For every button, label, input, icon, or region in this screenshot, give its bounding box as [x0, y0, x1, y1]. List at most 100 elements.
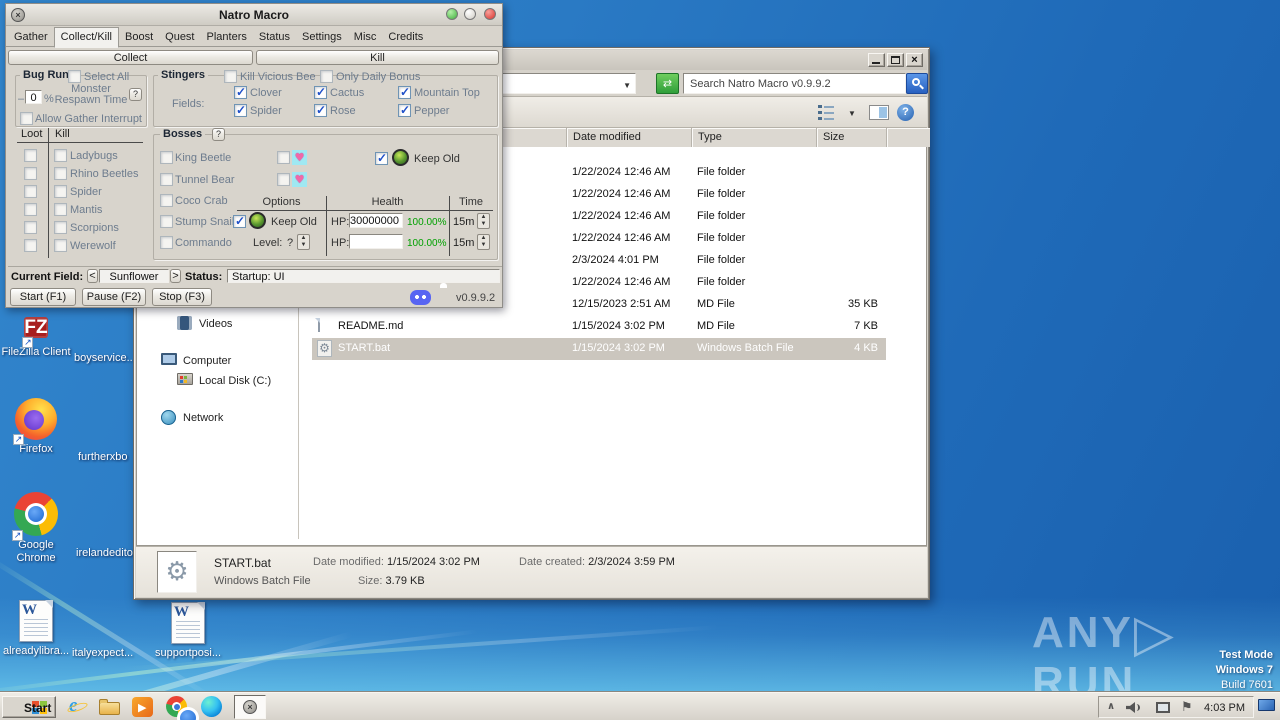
- time-stepper[interactable]: ▲ ▼: [477, 213, 490, 229]
- field-checkbox-clover[interactable]: [234, 85, 247, 99]
- kill-checkbox-spider[interactable]: [54, 185, 67, 198]
- nav-item-computer[interactable]: Computer: [183, 355, 231, 367]
- start-button[interactable]: Start (F1): [10, 288, 76, 306]
- hidden-icons-chevron[interactable]: ∧: [1107, 701, 1115, 712]
- time-stepper[interactable]: ▲ ▼: [477, 234, 490, 250]
- column-header-date-modified[interactable]: Date modified: [567, 128, 692, 147]
- views-icon[interactable]: [818, 105, 834, 121]
- file-row-readme[interactable]: README.md 1/15/2024 3:02 PM MD File 7 KB: [312, 316, 886, 338]
- desktop-icon-supportposi[interactable]: supportposi...: [150, 602, 226, 660]
- kill-checkbox-scorpions[interactable]: [54, 221, 67, 234]
- tab-status[interactable]: Status: [253, 28, 296, 47]
- loot-checkbox-werewolf[interactable]: [24, 239, 37, 252]
- ie-icon[interactable]: e: [66, 695, 90, 719]
- taskbar-button-natro[interactable]: ×: [234, 695, 266, 719]
- kill-checkbox-rhino-beetles[interactable]: [54, 167, 67, 180]
- tab-collect-kill[interactable]: Collect/Kill: [53, 27, 119, 48]
- address-dropdown-icon[interactable]: ▼: [623, 81, 631, 90]
- field-checkbox-mountain-top[interactable]: [398, 85, 411, 99]
- tab-planters[interactable]: Planters: [201, 28, 253, 47]
- refresh-button[interactable]: ⇄: [656, 73, 679, 94]
- subtab-kill[interactable]: Kill: [256, 50, 499, 65]
- close-dot-button[interactable]: [484, 8, 496, 20]
- respawn-percent-input[interactable]: 0: [25, 90, 42, 104]
- discord-icon[interactable]: [410, 290, 431, 305]
- column-header-size[interactable]: Size: [817, 128, 887, 147]
- king-beetle-gifted-checkbox[interactable]: [277, 151, 290, 164]
- explorer-folder-icon[interactable]: [98, 695, 122, 719]
- network-icon[interactable]: [1156, 702, 1170, 713]
- desktop-icon-filezilla[interactable]: FZ ↗ FileZilla Client: [0, 310, 74, 359]
- tab-boost[interactable]: Boost: [119, 28, 159, 47]
- boss-checkbox-stump-snail[interactable]: [160, 215, 173, 228]
- clock[interactable]: 4:03 PM: [1204, 702, 1245, 714]
- tab-misc[interactable]: Misc: [348, 28, 383, 47]
- pause-button[interactable]: Pause (F2): [82, 288, 146, 306]
- field-checkbox-cactus[interactable]: [314, 85, 327, 99]
- only-daily-bonus-checkbox[interactable]: [320, 70, 333, 83]
- loot-checkbox-mantis[interactable]: [24, 203, 37, 216]
- close-button[interactable]: ×: [906, 53, 923, 67]
- kill-checkbox-ladybugs[interactable]: [54, 149, 67, 162]
- stop-button[interactable]: Stop (F3): [152, 288, 212, 306]
- media-player-icon[interactable]: ▶: [131, 695, 155, 719]
- natro-titlebar[interactable]: × Natro Macro: [6, 4, 502, 26]
- field-checkbox-spider[interactable]: [234, 103, 247, 117]
- search-button[interactable]: [906, 73, 928, 94]
- allow-gather-interrupt-checkbox[interactable]: [20, 112, 33, 125]
- maximize-button[interactable]: [887, 53, 904, 67]
- views-dropdown-icon[interactable]: ▼: [848, 109, 856, 118]
- current-field-value[interactable]: Sunflower: [99, 269, 169, 283]
- bosses-help-button[interactable]: ?: [212, 128, 225, 141]
- kill-vicious-bee-checkbox[interactable]: [224, 70, 237, 83]
- speaker-icon[interactable]: [1126, 702, 1140, 713]
- nav-item-local-disk[interactable]: Local Disk (C:): [199, 375, 271, 387]
- stump-snail-hp-input[interactable]: 30000000: [349, 213, 403, 228]
- commando-hp-input[interactable]: [349, 234, 403, 249]
- desktop-icon-firefox[interactable]: ↗ Firefox: [0, 398, 74, 456]
- loot-checkbox-ladybugs[interactable]: [24, 149, 37, 162]
- nav-item-network[interactable]: Network: [183, 412, 223, 424]
- loot-checkbox-spider[interactable]: [24, 185, 37, 198]
- subtab-collect[interactable]: Collect: [8, 50, 253, 65]
- tab-quest[interactable]: Quest: [159, 28, 200, 47]
- maximize-dot-button[interactable]: [464, 8, 476, 20]
- boss-checkbox-coco-crab[interactable]: [160, 194, 173, 207]
- boss-checkbox-king-beetle[interactable]: [160, 151, 173, 164]
- stump-snail-keep-old-checkbox[interactable]: [233, 214, 246, 228]
- select-all-checkbox[interactable]: [68, 70, 81, 83]
- field-checkbox-rose[interactable]: [314, 103, 327, 117]
- help-icon[interactable]: ?: [897, 104, 914, 121]
- column-header-type[interactable]: Type: [692, 128, 817, 147]
- tab-settings[interactable]: Settings: [296, 28, 348, 47]
- prev-field-button[interactable]: <: [87, 269, 98, 283]
- next-field-button[interactable]: >: [170, 269, 181, 283]
- minimize-button[interactable]: [868, 53, 885, 67]
- chrome-icon[interactable]: [166, 695, 199, 720]
- boss-checkbox-commando[interactable]: [160, 236, 173, 249]
- kill-checkbox-mantis[interactable]: [54, 203, 67, 216]
- loot-checkbox-rhino-beetles[interactable]: [24, 167, 37, 180]
- search-input[interactable]: Search Natro Macro v0.9.9.2: [683, 73, 906, 94]
- boss-checkbox-tunnel-bear[interactable]: [160, 173, 173, 186]
- tunnel-bear-gifted-checkbox[interactable]: [277, 173, 290, 186]
- desktop-icon-chrome[interactable]: ↗ Google Chrome: [0, 492, 74, 565]
- tab-credits[interactable]: Credits: [382, 28, 429, 47]
- minimize-dot-button[interactable]: [446, 8, 458, 20]
- action-center-flag-icon[interactable]: ⚑: [1181, 700, 1193, 715]
- start-button[interactable]: Start: [2, 696, 56, 718]
- edge-icon[interactable]: [200, 695, 224, 719]
- tab-gather[interactable]: Gather: [8, 28, 54, 47]
- field-checkbox-pepper[interactable]: [398, 103, 411, 117]
- preview-pane-icon[interactable]: [869, 105, 889, 120]
- kill-checkbox-werewolf[interactable]: [54, 239, 67, 252]
- keep-old-top-checkbox[interactable]: [375, 151, 388, 165]
- nav-item-videos[interactable]: Videos: [199, 318, 232, 330]
- level-stepper[interactable]: ▲ ▼: [297, 234, 310, 250]
- file-row-start-bat[interactable]: ⚙ START.bat 1/15/2024 3:02 PM Windows Ba…: [312, 338, 886, 360]
- desktop-icon-alreadylibra[interactable]: alreadylibra...: [0, 600, 74, 658]
- display-icon[interactable]: [1258, 699, 1275, 711]
- respawn-help-button[interactable]: ?: [129, 88, 142, 101]
- desktop-icon-label: Google Chrome: [16, 539, 56, 564]
- loot-checkbox-scorpions[interactable]: [24, 221, 37, 234]
